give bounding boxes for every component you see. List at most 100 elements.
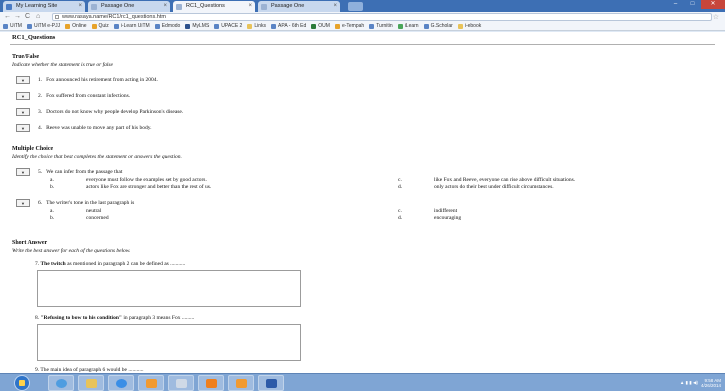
short-answer-instruction: Write the best answer for each of the qu… xyxy=(12,248,131,254)
answer-dropdown[interactable]: ▼ xyxy=(16,124,30,132)
taskbar-app[interactable] xyxy=(228,375,254,391)
tab-label: RC1_Questions xyxy=(186,3,225,9)
short-answer-question: 8. "Refusing to bow to his condition" in… xyxy=(35,315,194,321)
question-text: in paragraph 3 means Fox ......... xyxy=(121,315,195,321)
bookmark-item[interactable]: G.Scholar xyxy=(423,23,453,29)
answer-dropdown[interactable]: ▼ xyxy=(16,76,30,84)
true-false-instruction: Indicate whether the statement is true o… xyxy=(12,62,113,68)
maximize-button[interactable]: □ xyxy=(684,0,701,9)
question-stem: We can infer from the passage that xyxy=(46,169,123,175)
answer-textarea[interactable] xyxy=(37,270,301,307)
address-bar[interactable]: www.rasaya.name/RC1/rc1_questions.htm xyxy=(52,13,712,21)
answer-dropdown[interactable]: ▼ xyxy=(16,108,30,116)
minimize-button[interactable]: – xyxy=(667,0,684,9)
question-text: as mentioned in paragraph 2 can be defin… xyxy=(65,261,186,267)
taskbar-app[interactable] xyxy=(48,375,74,391)
answer-dropdown[interactable]: ▼ xyxy=(16,168,30,176)
option-c: c. indifferent xyxy=(398,208,458,214)
system-tray: ▲ ▮ ▮ ◀) 9:58 AM 4/26/2014 xyxy=(615,375,725,391)
bookmark-item[interactable]: i-Learn UiTM xyxy=(113,23,150,29)
tab-passage-one[interactable]: Passage One × xyxy=(88,1,170,12)
answer-dropdown[interactable]: ▼ xyxy=(16,199,30,207)
option-a: a. neutral xyxy=(50,208,102,214)
bookmark-item[interactable]: UiTM xyxy=(3,23,22,29)
chevron-down-icon: ▼ xyxy=(21,109,25,115)
clock-date: 4/26/2014 xyxy=(700,383,721,388)
bookmark-favicon-icon xyxy=(369,23,375,29)
answer-textarea[interactable] xyxy=(37,324,301,361)
short-answer-heading: Short Answer xyxy=(12,240,48,246)
browser-toolbar: ← → C ⌂ www.rasaya.name/RC1/rc1_question… xyxy=(0,12,725,22)
windows-start-button[interactable] xyxy=(14,375,30,391)
forward-arrow-icon[interactable]: → xyxy=(14,13,21,21)
option-b: b. actors like Fox are stronger and bette… xyxy=(50,184,212,190)
question-text: Fox suffered from constant infections. xyxy=(46,93,131,99)
question-text: Doctors do not know why people develop P… xyxy=(46,109,184,115)
new-tab-button[interactable] xyxy=(348,2,363,11)
bookmark-favicon-icon xyxy=(65,23,71,29)
bookmarks-bar: UiTM UiTM e-PJJ Online Quiz i-Learn UiTM… xyxy=(0,22,725,31)
chevron-down-icon: ▼ xyxy=(21,200,25,206)
bookmark-favicon-icon xyxy=(397,23,403,29)
bookmark-item[interactable]: Turnitin xyxy=(369,23,393,29)
media-player-icon xyxy=(146,379,157,388)
back-arrow-icon[interactable]: ← xyxy=(4,13,11,21)
true-false-heading: True/False xyxy=(12,54,40,60)
option-c: c. like Fox and Reeve, everyone can rise … xyxy=(398,177,576,183)
true-false-question: ▼ 2. Fox suffered from constant infectio… xyxy=(16,92,130,100)
page-title: RC1_Questions xyxy=(12,34,56,41)
tab-label: Passage One xyxy=(101,3,135,9)
answer-dropdown[interactable]: ▼ xyxy=(16,92,30,100)
clock[interactable]: 9:58 AM 4/26/2014 xyxy=(701,378,721,388)
bookmark-star-icon[interactable]: ☆ xyxy=(713,13,719,21)
chevron-down-icon: ▼ xyxy=(21,125,25,131)
taskbar-app[interactable] xyxy=(78,375,104,391)
taskbar-app[interactable] xyxy=(258,375,284,391)
home-icon[interactable]: ⌂ xyxy=(36,13,40,21)
bookmark-favicon-icon xyxy=(185,23,191,29)
multiple-choice-question: ▼ 6. The writer's tone in the last parag… xyxy=(16,199,134,207)
tray-icons[interactable]: ▲ ▮ ▮ ◀) xyxy=(680,380,698,386)
question-number: 8. xyxy=(35,315,40,321)
bookmark-favicon-icon xyxy=(154,23,160,29)
tab-close-icon[interactable]: × xyxy=(248,1,252,12)
bookmark-item[interactable]: Online xyxy=(65,23,87,29)
multiple-choice-heading: Multiple Choice xyxy=(12,146,54,152)
tab-close-icon[interactable]: × xyxy=(78,1,82,12)
tab-close-icon[interactable]: × xyxy=(333,1,337,12)
chevron-down-icon: ▼ xyxy=(21,93,25,99)
bookmark-item[interactable]: UiTM e-PJJ xyxy=(26,23,60,29)
bookmark-item[interactable]: APA - 6th Ed xyxy=(271,23,306,29)
bookmark-item[interactable]: OUM xyxy=(311,23,330,29)
bookmark-item[interactable]: Edmodo xyxy=(154,23,180,29)
video-player-icon xyxy=(206,379,217,388)
tab-my-learning-site[interactable]: My Learning Site × xyxy=(3,1,85,12)
taskbar-app[interactable] xyxy=(108,375,134,391)
page-info-icon[interactable] xyxy=(55,15,59,19)
bookmark-item[interactable]: UPACE 2 xyxy=(214,23,242,29)
internet-explorer-icon xyxy=(56,379,67,388)
taskbar-app[interactable] xyxy=(198,375,224,391)
reload-icon[interactable]: C xyxy=(25,13,30,21)
bookmark-item[interactable]: MyLMS xyxy=(185,23,209,29)
question-number: 3. xyxy=(38,109,43,115)
file-explorer-icon xyxy=(86,379,97,388)
bookmark-item[interactable]: iLearn xyxy=(397,23,419,29)
tab-passage-one-2[interactable]: Passage One × xyxy=(258,1,340,12)
close-window-button[interactable]: ✕ xyxy=(701,0,725,9)
tab-rc1-questions[interactable]: RC1_Questions × xyxy=(173,1,255,12)
bookmark-item[interactable]: e-Tempah xyxy=(334,23,364,29)
folder-icon xyxy=(247,23,253,29)
bookmark-folder[interactable]: Links xyxy=(247,23,266,29)
true-false-question: ▼ 3. Doctors do not know why people deve… xyxy=(16,108,183,116)
tab-label: My Learning Site xyxy=(16,3,58,9)
bookmark-favicon-icon xyxy=(3,23,8,29)
page-content: RC1_Questions True/False Indicate whethe… xyxy=(0,32,725,373)
multiple-choice-instruction: Identify the choice that best completes … xyxy=(12,154,182,160)
bookmark-folder[interactable]: i-ebook xyxy=(457,23,481,29)
question-number: 1. xyxy=(38,77,43,83)
taskbar-app[interactable] xyxy=(168,375,194,391)
taskbar-app[interactable] xyxy=(138,375,164,391)
tab-close-icon[interactable]: × xyxy=(163,1,167,12)
bookmark-item[interactable]: Quiz xyxy=(91,23,109,29)
